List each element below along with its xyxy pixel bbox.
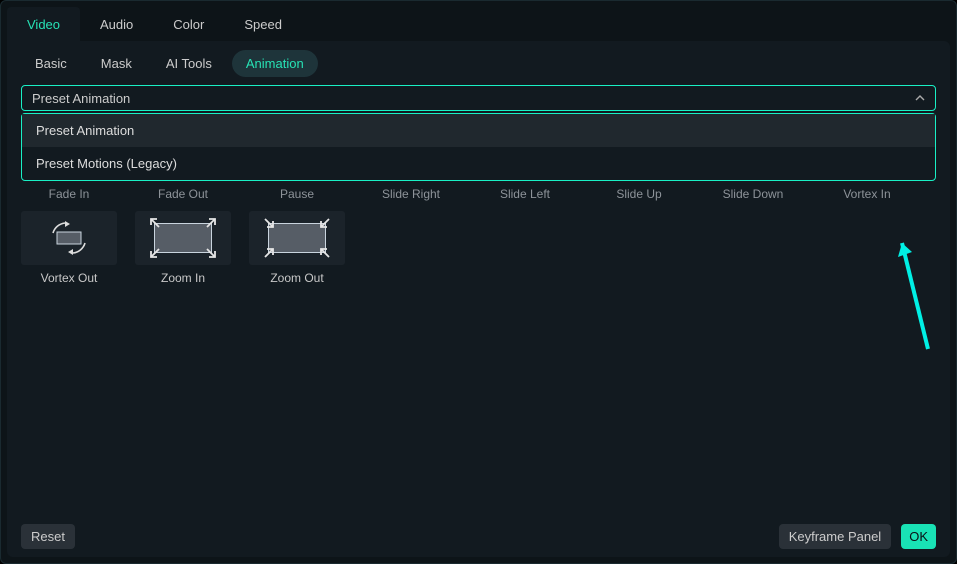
- tab-video[interactable]: Video: [7, 7, 80, 42]
- subtab-animation[interactable]: Animation: [232, 50, 318, 77]
- preset-row-2: Vortex Out Zo: [7, 201, 950, 285]
- category-tabbar: Video Audio Color Speed: [1, 1, 956, 41]
- panel-footer: Reset Keyframe Panel OK: [7, 516, 950, 557]
- preset-zoom-in[interactable]: Zoom In: [135, 211, 231, 285]
- preset-dropdown[interactable]: Preset Animation: [21, 85, 936, 111]
- preset-zoom-out[interactable]: Zoom Out: [249, 211, 345, 285]
- preset-label: Zoom In: [161, 271, 205, 285]
- preset-dropdown-list: Preset Animation Preset Motions (Legacy): [21, 113, 936, 181]
- dropdown-option-preset-animation[interactable]: Preset Animation: [22, 114, 935, 147]
- tab-audio[interactable]: Audio: [80, 7, 153, 42]
- preset-row-1-labels: Fade In Fade Out Pause Slide Right Slide…: [7, 187, 950, 201]
- preset-label-slide-up: Slide Up: [591, 187, 687, 201]
- subtab-mask[interactable]: Mask: [87, 50, 146, 77]
- keyframe-panel-button[interactable]: Keyframe Panel: [779, 524, 892, 549]
- preset-vortex-out[interactable]: Vortex Out: [21, 211, 117, 285]
- preset-dropdown-label: Preset Animation: [32, 91, 130, 106]
- preset-label-slide-left: Slide Left: [477, 187, 573, 201]
- preset-label-fade-in: Fade In: [21, 187, 117, 201]
- subtab-basic[interactable]: Basic: [21, 50, 81, 77]
- ok-button[interactable]: OK: [901, 524, 936, 549]
- subtab-bar: Basic Mask AI Tools Animation: [7, 41, 950, 85]
- zoom-in-icon: [135, 211, 231, 265]
- editor-panel: Video Audio Color Speed Basic Mask AI To…: [0, 0, 957, 564]
- tab-speed[interactable]: Speed: [224, 7, 302, 42]
- dropdown-option-preset-motions-legacy[interactable]: Preset Motions (Legacy): [22, 147, 935, 180]
- subtab-ai-tools[interactable]: AI Tools: [152, 50, 226, 77]
- content-panel: Basic Mask AI Tools Animation Preset Ani…: [7, 41, 950, 557]
- zoom-out-icon: [249, 211, 345, 265]
- preset-label-slide-right: Slide Right: [363, 187, 459, 201]
- preset-label-fade-out: Fade Out: [135, 187, 231, 201]
- reset-button[interactable]: Reset: [21, 524, 75, 549]
- preset-label-vortex-in: Vortex In: [819, 187, 915, 201]
- tab-color[interactable]: Color: [153, 7, 224, 42]
- preset-dropdown-wrap: Preset Animation Preset Animation Preset…: [21, 85, 936, 111]
- preset-label: Vortex Out: [41, 271, 98, 285]
- preset-label-slide-down: Slide Down: [705, 187, 801, 201]
- chevron-up-icon: [915, 91, 925, 106]
- preset-label-pause: Pause: [249, 187, 345, 201]
- preset-label: Zoom Out: [270, 271, 323, 285]
- vortex-out-icon: [21, 211, 117, 265]
